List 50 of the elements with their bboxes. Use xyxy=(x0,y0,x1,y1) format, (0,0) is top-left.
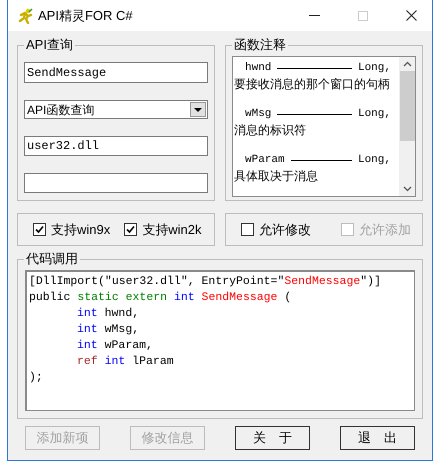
group-title: 代码调用 xyxy=(24,251,80,267)
window-title: API精灵FOR C# xyxy=(38,6,133,25)
code-token: public xyxy=(29,290,72,306)
dropdown-value: API函数查询 xyxy=(26,102,96,118)
code-token: static extern xyxy=(77,290,168,306)
param-type: Long, xyxy=(358,107,391,122)
dialog-button[interactable]: 关 于 xyxy=(235,426,310,450)
param-description: 消息的标识符 xyxy=(233,122,306,138)
code-token: wMsg, xyxy=(104,322,140,338)
checkbox-label: 支持win2k xyxy=(142,220,202,239)
param-description: 具体取决于消息 xyxy=(233,168,318,184)
code-token: [DllImport("user32.dll", EntryPoint=" xyxy=(29,274,284,290)
group-title: 函数注释 xyxy=(232,37,288,53)
checkbox[interactable] xyxy=(241,223,254,236)
code-token: ref xyxy=(77,354,99,370)
code-token: wParam, xyxy=(104,338,153,354)
dialog-button[interactable]: 退 出 xyxy=(340,426,415,450)
param-description: 要接收消息的那个窗口的句柄 xyxy=(233,76,390,92)
checkbox-label: 支持win9x xyxy=(51,220,110,239)
checkbox[interactable] xyxy=(124,223,138,236)
code-token: int xyxy=(104,354,126,370)
code-token: int xyxy=(77,338,99,354)
param-type: Long, xyxy=(358,61,391,76)
code-token: lParam xyxy=(132,354,174,370)
close-icon[interactable] xyxy=(406,10,417,21)
param-name: wParam xyxy=(245,153,285,168)
code-token: SendMessage xyxy=(202,290,278,306)
running-man-icon xyxy=(17,8,33,24)
function-name-field[interactable]: SendMessage xyxy=(24,62,208,83)
text-field[interactable] xyxy=(24,173,208,193)
dll-field[interactable]: user32.dll xyxy=(24,136,208,156)
group-title: API查询 xyxy=(24,37,75,53)
code-token: int xyxy=(174,290,196,306)
param-name: wMsg xyxy=(245,107,272,122)
code-token: ( xyxy=(283,290,292,306)
code-token: hwnd, xyxy=(104,306,140,322)
scrollbar[interactable] xyxy=(399,57,415,196)
code-token: SendMessage xyxy=(284,274,360,290)
checkbox-label: 允许修改 xyxy=(259,220,311,239)
code-token: int xyxy=(77,306,99,322)
query-type-dropdown[interactable]: API函数查询 xyxy=(24,100,208,119)
code-token: ")] xyxy=(360,274,381,290)
code-token: int xyxy=(77,322,99,338)
param-type: Long, xyxy=(358,153,391,168)
checkbox-label: 允许添加 xyxy=(359,220,411,239)
code-editor[interactable]: [DllImport("user32.dll", EntryPoint="SendMessage")] public static extern int SendMessage ( int hwnd, int wMsg, int wParam, ref int lParam ); xyxy=(25,270,415,411)
code-token: ); xyxy=(29,370,43,386)
scroll-thumb[interactable] xyxy=(400,71,414,141)
param-name: hwnd xyxy=(245,61,272,76)
checkbox[interactable] xyxy=(33,223,46,236)
